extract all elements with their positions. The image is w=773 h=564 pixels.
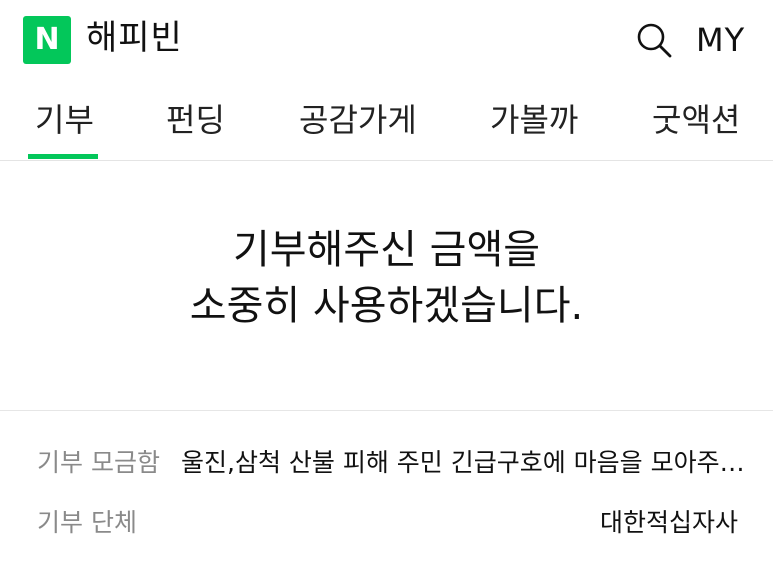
organization-label: 기부 단체 xyxy=(37,508,137,537)
my-button[interactable]: MY xyxy=(696,17,745,63)
message-line-2: 소중히 사용하겠습니다. xyxy=(189,283,584,329)
organization-value[interactable]: 대한적십자사 xyxy=(600,505,738,541)
search-icon[interactable] xyxy=(634,20,674,60)
app-title[interactable]: 해피빈 xyxy=(86,15,183,61)
tab-bar: 기부 펀딩 공감가게 가볼까 굿액션 xyxy=(0,82,773,161)
tab-empathy-store[interactable]: 공감가게 xyxy=(299,98,417,142)
tab-donation[interactable]: 기부 xyxy=(35,98,94,142)
tab-funding[interactable]: 펀딩 xyxy=(166,98,225,142)
thank-you-message: 기부해주신 금액을 소중히 사용하겠습니다. xyxy=(0,222,773,334)
tab-good-action[interactable]: 굿액션 xyxy=(652,98,740,142)
campaign-value[interactable]: 울진,삼척 산불 피해 주민 긴급구호에 마음을 모아주… xyxy=(181,445,745,481)
active-tab-indicator xyxy=(28,154,98,159)
naver-logo[interactable]: N xyxy=(23,16,71,64)
app-header: N 해피빈 MY xyxy=(0,0,773,82)
message-line-1: 기부해주신 금액을 xyxy=(232,227,541,273)
campaign-label: 기부 모금함 xyxy=(37,448,160,477)
tab-gabolkka[interactable]: 가볼까 xyxy=(490,98,578,142)
section-divider xyxy=(0,410,773,411)
